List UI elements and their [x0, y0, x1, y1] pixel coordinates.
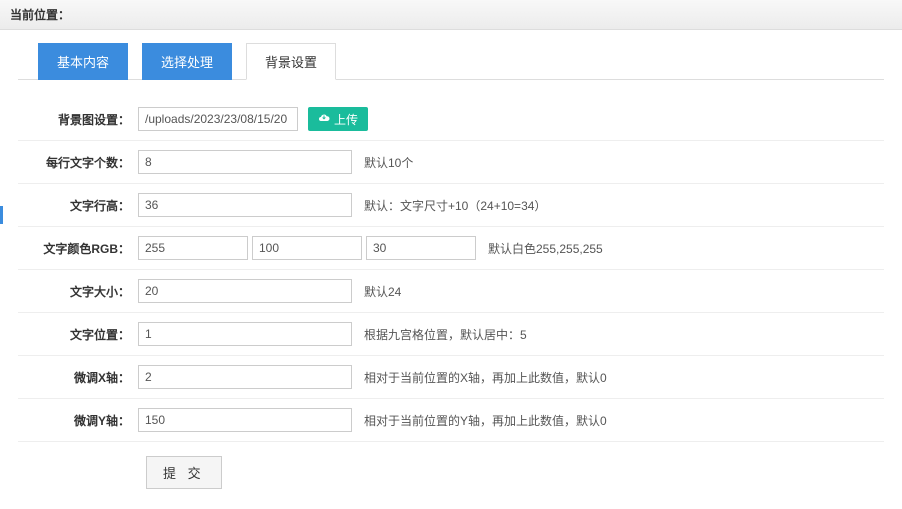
label-position: 文字位置：: [18, 326, 138, 343]
cloud-upload-icon: [318, 112, 330, 127]
tab-background[interactable]: 背景设置: [246, 43, 336, 80]
breadcrumb: 当前位置：: [0, 0, 902, 30]
label-offset-y: 微调Y轴：: [18, 412, 138, 429]
label-bgimage: 背景图设置：: [18, 111, 138, 128]
row-line-height: 文字行高： 默认：文字尺寸+10（24+10=34）: [18, 184, 884, 227]
chars-per-line-input[interactable]: [138, 150, 352, 174]
row-color-rgb: 文字颜色RGB： 默认白色255,255,255: [18, 227, 884, 270]
color-g-input[interactable]: [252, 236, 362, 260]
upload-button[interactable]: 上传: [308, 107, 368, 131]
row-chars-per-line: 每行文字个数： 默认10个: [18, 141, 884, 184]
submit-button[interactable]: 提 交: [146, 456, 222, 489]
label-color-rgb: 文字颜色RGB：: [18, 240, 138, 257]
offset-x-input[interactable]: [138, 365, 352, 389]
color-r-input[interactable]: [138, 236, 248, 260]
hint-chars-per-line: 默认10个: [364, 154, 413, 171]
hint-font-size: 默认24: [364, 283, 401, 300]
row-font-size: 文字大小： 默认24: [18, 270, 884, 313]
color-b-input[interactable]: [366, 236, 476, 260]
label-chars-per-line: 每行文字个数：: [18, 154, 138, 171]
hint-position: 根据九宫格位置，默认居中：5: [364, 326, 527, 343]
row-submit: 提 交: [18, 442, 884, 489]
font-size-input[interactable]: [138, 279, 352, 303]
hint-offset-x: 相对于当前位置的X轴，再加上此数值，默认0: [364, 369, 607, 386]
row-offset-y: 微调Y轴： 相对于当前位置的Y轴，再加上此数值，默认0: [18, 399, 884, 442]
bgimage-input[interactable]: [138, 107, 298, 131]
label-line-height: 文字行高：: [18, 197, 138, 214]
position-input[interactable]: [138, 322, 352, 346]
tab-select[interactable]: 选择处理: [142, 43, 232, 80]
settings-form: 背景图设置： 上传 每行文字个数： 默认10个 文字行高：: [18, 80, 884, 489]
label-font-size: 文字大小：: [18, 283, 138, 300]
hint-offset-y: 相对于当前位置的Y轴，再加上此数值，默认0: [364, 412, 607, 429]
hint-color-rgb: 默认白色255,255,255: [488, 240, 603, 257]
offset-y-input[interactable]: [138, 408, 352, 432]
row-position: 文字位置： 根据九宫格位置，默认居中：5: [18, 313, 884, 356]
upload-button-label: 上传: [334, 111, 358, 128]
hint-line-height: 默认：文字尺寸+10（24+10=34）: [364, 197, 546, 214]
row-offset-x: 微调X轴： 相对于当前位置的X轴，再加上此数值，默认0: [18, 356, 884, 399]
tabs: 基本内容 选择处理 背景设置: [18, 42, 884, 80]
line-height-input[interactable]: [138, 193, 352, 217]
row-bgimage: 背景图设置： 上传: [18, 98, 884, 141]
label-offset-x: 微调X轴：: [18, 369, 138, 386]
tab-basic[interactable]: 基本内容: [38, 43, 128, 80]
